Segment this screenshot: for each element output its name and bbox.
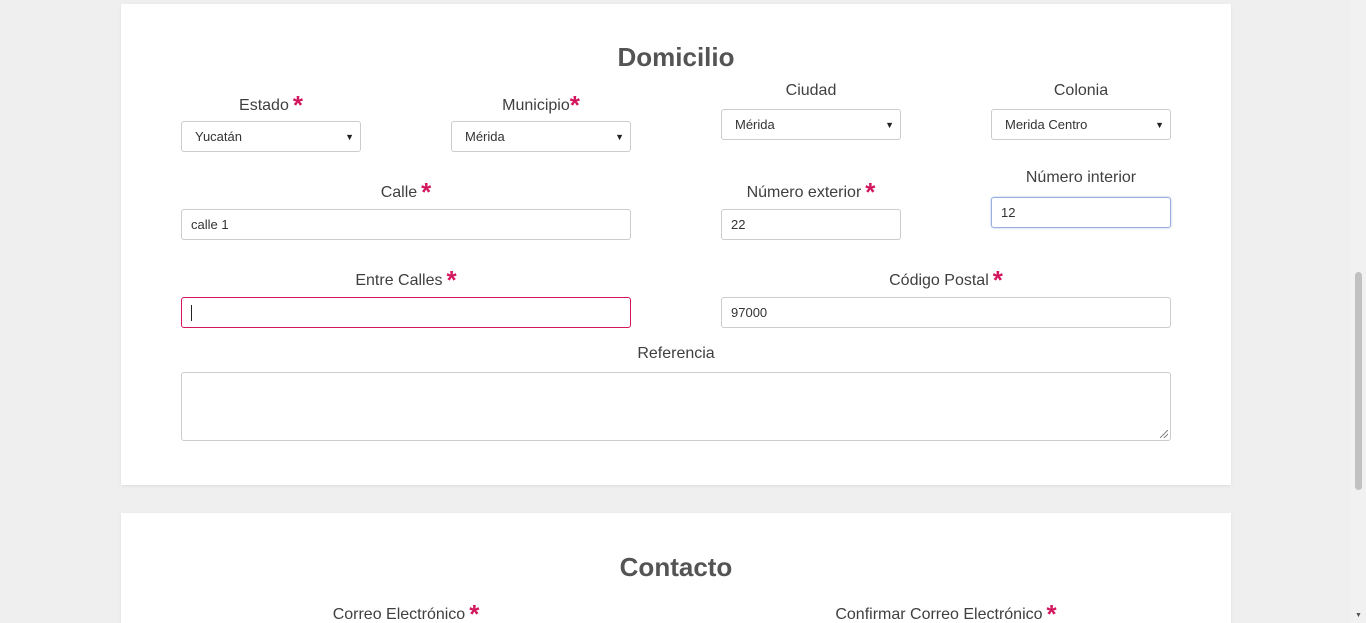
entre-calles-input[interactable] [181,297,631,328]
ciudad-value: Mérida [735,117,775,132]
required-marker: * [292,90,303,120]
colonia-select[interactable]: Merida Centro ▼ [991,109,1171,140]
page-scrollbar[interactable]: ▼ [1351,0,1366,623]
chevron-down-icon: ▼ [345,131,354,142]
numero-exterior-label: Número exterior * [721,173,901,207]
required-marker: * [569,90,580,120]
calle-value: calle 1 [191,217,229,232]
numero-interior-input[interactable]: 12 [991,197,1171,228]
resize-grip-icon[interactable] [1160,430,1168,438]
numero-exterior-input[interactable]: 22 [721,209,901,240]
referencia-textarea[interactable] [181,372,1171,441]
numero-interior-label: Número interior [1025,169,1137,186]
entre-calles-label-text: Entre Calles [355,272,443,289]
required-marker: * [1046,599,1057,623]
scroll-down-arrow-icon[interactable]: ▼ [1355,612,1362,619]
domicilio-section: Domicilio Estado * Yucatán ▼ Municipio* M… [121,4,1231,485]
chevron-down-icon: ▼ [1155,119,1164,130]
chevron-down-icon: ▼ [615,131,624,142]
correo-label-text: Correo Electrónico [332,606,466,623]
confirmar-correo-label: Confirmar Correo Electrónico * [721,595,1171,623]
required-marker: * [421,177,432,207]
contacto-section: Contacto Correo Electrónico * Confirmar C… [121,513,1231,623]
chevron-down-icon: ▼ [885,119,894,130]
calle-label: Calle * [181,173,631,207]
municipio-label-text: Municipio [502,97,570,114]
calle-label-text: Calle [380,184,418,201]
numero-exterior-label-text: Número exterior [746,184,862,201]
calle-input[interactable]: calle 1 [181,209,631,240]
entre-calles-label: Entre Calles * [181,261,631,295]
contacto-title: Contacto [619,552,733,582]
ciudad-select[interactable]: Mérida ▼ [721,109,901,140]
codigo-postal-label-text: Código Postal [889,272,989,289]
municipio-select[interactable]: Mérida ▼ [451,121,631,152]
estado-select[interactable]: Yucatán ▼ [181,121,361,152]
domicilio-title: Domicilio [617,42,735,72]
codigo-postal-value: 97000 [731,305,768,320]
correo-label: Correo Electrónico * [181,595,631,623]
codigo-postal-input[interactable]: 97000 [721,297,1171,328]
required-marker: * [469,599,480,623]
numero-exterior-value: 22 [731,217,746,232]
required-marker: * [992,265,1003,295]
numero-interior-value: 12 [1001,205,1016,220]
colonia-label: Colonia [1053,82,1109,99]
estado-label: Estado * [181,86,361,120]
referencia-label: Referencia [637,345,715,362]
confirmar-correo-label-text: Confirmar Correo Electrónico [835,606,1043,623]
estado-label-text: Estado [239,97,289,114]
required-marker: * [446,265,457,295]
ciudad-label: Ciudad [785,82,837,99]
estado-value: Yucatán [195,129,242,144]
colonia-value: Merida Centro [1005,117,1088,132]
municipio-value: Mérida [465,129,505,144]
municipio-label: Municipio* [451,86,631,120]
required-marker: * [865,177,876,207]
text-cursor [191,304,192,321]
scrollbar-thumb[interactable] [1355,272,1362,490]
codigo-postal-label: Código Postal * [721,261,1171,295]
